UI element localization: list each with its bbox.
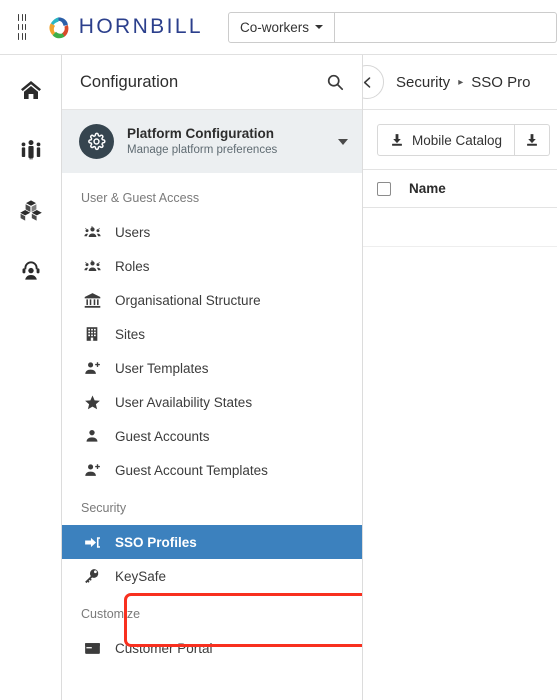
home-icon bbox=[19, 78, 43, 102]
left-icon-rail bbox=[0, 55, 62, 700]
sidebar-item-label: KeySafe bbox=[115, 568, 167, 584]
configuration-panel: Configuration Platform Configuration Man… bbox=[62, 55, 363, 700]
content-panel: Security ▸ SSO Pro Mobile Catalog Name bbox=[363, 55, 557, 700]
mobile-catalog-label: Mobile Catalog bbox=[412, 132, 503, 148]
breadcrumb-separator-icon: ▸ bbox=[458, 76, 464, 88]
sidebar-item-label: Organisational Structure bbox=[115, 292, 261, 308]
sidebar-item-label: Users bbox=[115, 224, 151, 240]
sidebar-item-sites[interactable]: Sites bbox=[62, 317, 362, 351]
hornbill-pinwheel-logo-icon bbox=[45, 14, 72, 41]
sidebar-item-label: User Templates bbox=[115, 360, 209, 376]
nav-group-label-user-guest-access: User & Guest Access bbox=[81, 191, 200, 205]
select-all-checkbox[interactable] bbox=[377, 181, 391, 196]
users-group-icon bbox=[81, 258, 103, 275]
nav-group-label-customize: Customize bbox=[81, 607, 141, 621]
breadcrumb-item-security[interactable]: Security bbox=[396, 74, 450, 91]
nav-group-label-security: Security bbox=[81, 501, 127, 515]
building-icon bbox=[81, 326, 103, 342]
column-header-name[interactable]: Name bbox=[409, 181, 446, 196]
sidebar-item-label: Roles bbox=[115, 258, 150, 274]
sidebar-item-label: SSO Profiles bbox=[115, 534, 197, 550]
download-button-group: Mobile Catalog bbox=[377, 124, 551, 156]
people-group-icon bbox=[19, 138, 43, 162]
rail-item-home[interactable] bbox=[14, 73, 48, 107]
caret-down-icon[interactable] bbox=[338, 138, 348, 145]
configuration-nav-list: User & Guest Access Users Roles Organisa… bbox=[62, 173, 362, 665]
app-window: HORNBILL Co-workers Configuration Platfo… bbox=[0, 0, 557, 700]
search-icon[interactable] bbox=[326, 73, 344, 91]
sidebar-item-label: Customer Portal bbox=[115, 640, 213, 656]
sidebar-item-users[interactable]: Users bbox=[62, 215, 362, 249]
service-agent-icon bbox=[19, 258, 43, 282]
rail-item-service-manager[interactable] bbox=[14, 253, 48, 287]
table-row bbox=[363, 208, 557, 247]
sidebar-item-keysafe[interactable]: KeySafe bbox=[62, 559, 362, 593]
user-icon bbox=[81, 428, 103, 444]
boxes-icon bbox=[19, 198, 43, 222]
sidebar-item-organisational-structure[interactable]: Organisational Structure bbox=[62, 283, 362, 317]
search-input[interactable] bbox=[335, 11, 557, 43]
sidebar-item-sso-profiles[interactable]: SSO Profiles bbox=[62, 525, 362, 559]
context-title: Platform Configuration bbox=[127, 125, 274, 141]
content-toolbar: Mobile Catalog bbox=[363, 110, 557, 169]
download-button[interactable] bbox=[515, 124, 551, 156]
sign-in-icon bbox=[81, 534, 103, 551]
breadcrumb-item-sso-profiles[interactable]: SSO Pro bbox=[471, 74, 530, 91]
caret-down-icon bbox=[315, 25, 323, 29]
sidebar-item-guest-accounts[interactable]: Guest Accounts bbox=[62, 419, 362, 453]
table-header-row: Name bbox=[363, 169, 557, 208]
top-bar: HORNBILL Co-workers bbox=[0, 0, 557, 55]
configuration-header: Configuration bbox=[62, 55, 362, 110]
brand[interactable]: HORNBILL bbox=[45, 14, 203, 41]
sidebar-item-label: User Availability States bbox=[115, 394, 253, 410]
apps-grid-icon[interactable] bbox=[18, 14, 26, 40]
key-icon bbox=[81, 568, 103, 584]
gear-icon bbox=[79, 124, 114, 159]
mobile-catalog-button[interactable]: Mobile Catalog bbox=[377, 124, 516, 156]
breadcrumb-bar: Security ▸ SSO Pro bbox=[363, 55, 557, 110]
page-title: Configuration bbox=[80, 72, 179, 91]
sidebar-item-user-availability-states[interactable]: User Availability States bbox=[62, 385, 362, 419]
platform-configuration-context[interactable]: Platform Configuration Manage platform p… bbox=[62, 110, 362, 173]
sidebar-item-label: Sites bbox=[115, 326, 146, 342]
context-text: Platform Configuration Manage platform p… bbox=[127, 125, 325, 159]
sidebar-item-user-templates[interactable]: User Templates bbox=[62, 351, 362, 385]
star-icon bbox=[81, 394, 103, 411]
download-icon bbox=[390, 133, 404, 147]
sidebar-item-label: Guest Accounts bbox=[115, 428, 210, 444]
context-subtitle: Manage platform preferences bbox=[127, 144, 278, 157]
sidebar-item-guest-account-templates[interactable]: Guest Account Templates bbox=[62, 453, 362, 487]
search-scope-label: Co-workers bbox=[239, 19, 309, 35]
user-plus-icon bbox=[81, 462, 103, 479]
breadcrumb: Security ▸ SSO Pro bbox=[396, 74, 530, 91]
brand-name: HORNBILL bbox=[78, 15, 203, 38]
sidebar-item-label: Guest Account Templates bbox=[115, 462, 268, 478]
window-icon bbox=[81, 640, 103, 657]
institution-icon bbox=[81, 292, 103, 309]
rail-item-applications[interactable] bbox=[14, 193, 48, 227]
user-plus-icon bbox=[81, 360, 103, 377]
sidebar-item-customer-portal[interactable]: Customer Portal bbox=[62, 631, 362, 665]
users-group-icon bbox=[81, 224, 103, 241]
global-search-group: Co-workers bbox=[227, 11, 557, 43]
search-scope-dropdown[interactable]: Co-workers bbox=[227, 11, 335, 43]
download-icon bbox=[525, 133, 539, 147]
rail-item-collaboration[interactable] bbox=[14, 133, 48, 167]
sidebar-item-roles[interactable]: Roles bbox=[62, 249, 362, 283]
back-button[interactable] bbox=[363, 65, 384, 99]
chevron-left-icon bbox=[363, 76, 374, 89]
